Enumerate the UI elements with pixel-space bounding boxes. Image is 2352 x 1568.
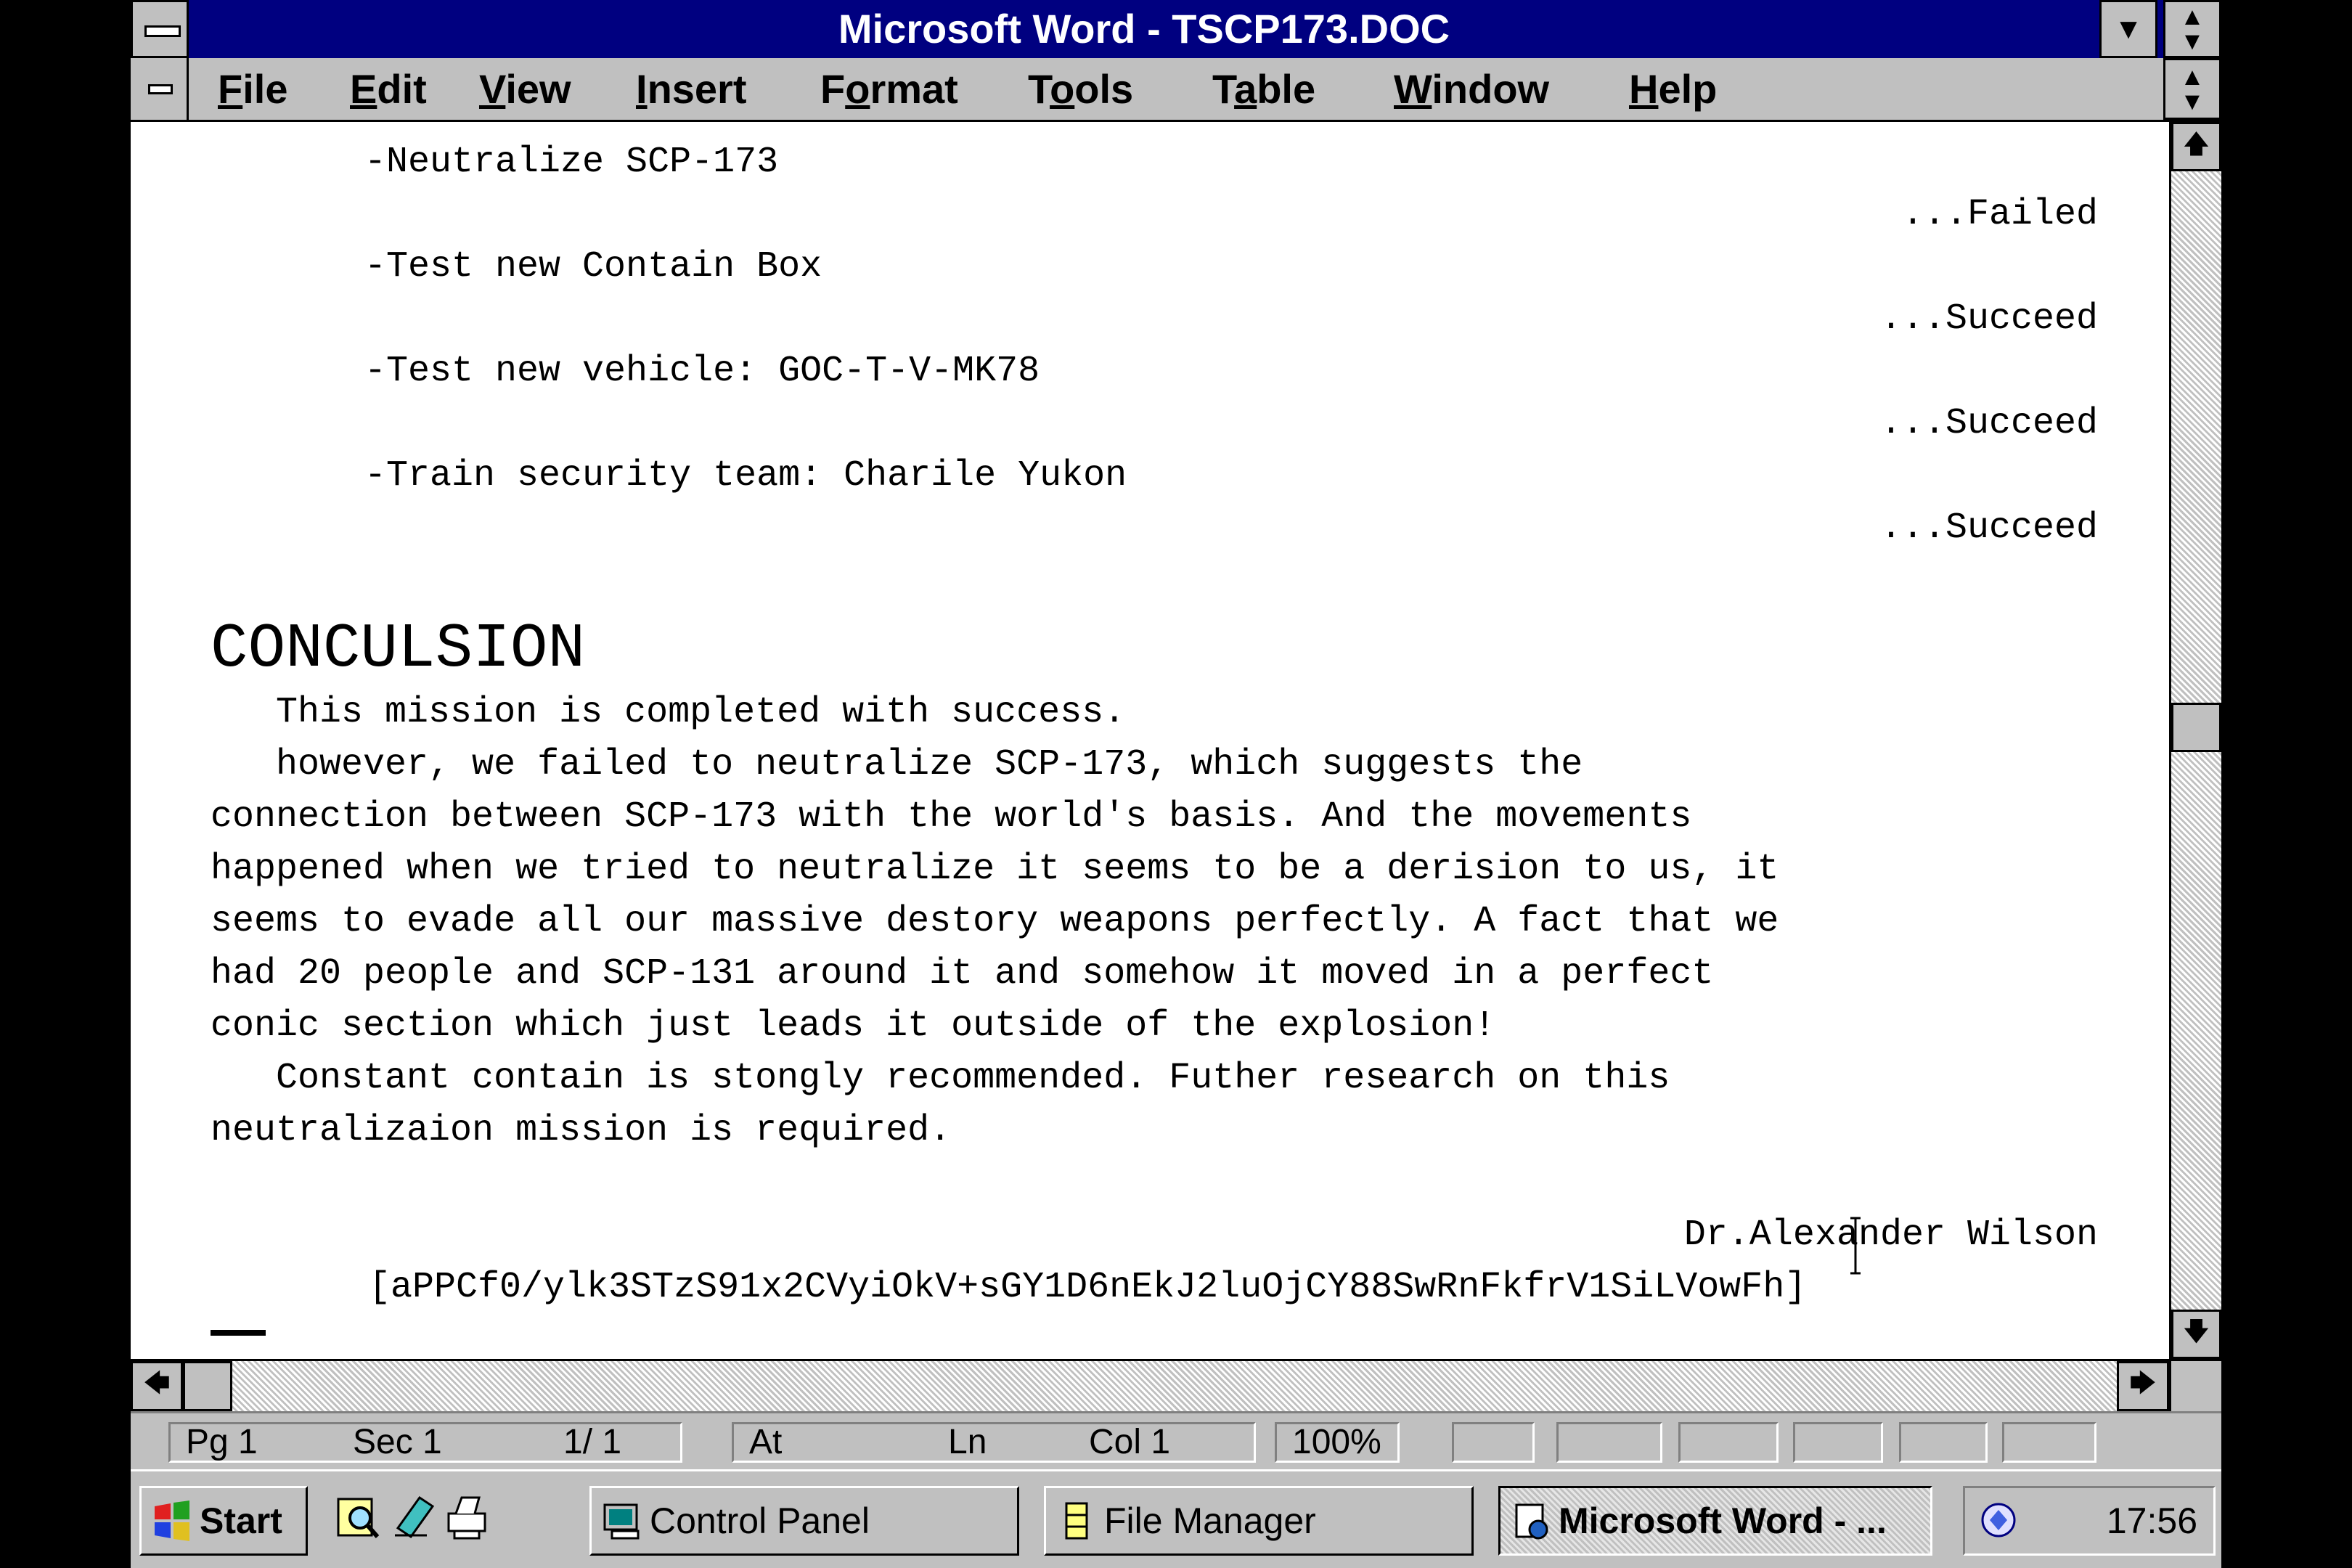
window-title: Microsoft Word - TSCP173.DOC [838, 6, 1450, 52]
taskbar-button-file-manager[interactable]: File Manager [1044, 1486, 1474, 1556]
start-label: Start [200, 1500, 282, 1541]
document-system-menu-button[interactable] [131, 58, 189, 120]
clock[interactable]: 17:56 [2107, 1488, 2197, 1553]
desktop-screen: Microsoft Word - TSCP173.DOC ▼ ▲ ▼ File E… [131, 0, 2221, 1568]
signature-hash: [aPPCf0/ylk3STzS91x2CVyiOkV+sGY1D6nEkJ2l… [369, 1267, 1807, 1308]
body-line: seems to evade all our massive destory w… [211, 901, 1779, 942]
status-page: Pg 1 [186, 1423, 258, 1461]
minimize-button[interactable]: ▼ [2099, 0, 2157, 58]
body-line: This mission is completed with success. [211, 692, 1126, 733]
taskbar-label: Control Panel [650, 1500, 870, 1541]
task-result: ...Succeed [1879, 403, 2098, 444]
status-line: Ln [948, 1423, 987, 1461]
signature: Dr.Alexander Wilson [1683, 1214, 2098, 1256]
task-result: ...Succeed [1879, 507, 2098, 549]
body-line: however, we failed to neutralize SCP-173… [211, 744, 1583, 785]
scroll-left-button[interactable]: 🡄 [131, 1361, 183, 1411]
taskbar-label: Microsoft Word - ... [1559, 1500, 1887, 1541]
vertical-scrollbar[interactable]: 🡅 🡇 [2169, 122, 2221, 1359]
body-line: had 20 people and SCP-131 around it and … [211, 953, 1714, 995]
control-panel-icon [603, 1503, 640, 1540]
start-button[interactable]: Start [139, 1486, 308, 1556]
restore-arrows-icon: ▲ ▼ [2180, 3, 2205, 55]
menu-view[interactable]: View [479, 58, 571, 120]
task-line: -Test new vehicle: GOC-T-V-MK78 [364, 351, 1040, 392]
status-indicator [1678, 1422, 1779, 1463]
printer-quicklaunch-icon[interactable] [444, 1492, 489, 1543]
menu-tools[interactable]: Tools [1028, 58, 1133, 120]
file-cabinet-icon [1065, 1502, 1088, 1540]
taskbar-label: File Manager [1104, 1500, 1316, 1541]
menu-insert[interactable]: Insert [636, 58, 747, 120]
horizontal-scrollbar[interactable]: 🡄 🡆 [131, 1359, 2169, 1411]
menu-format[interactable]: Format [820, 58, 958, 120]
status-indicator [1793, 1422, 1883, 1463]
scroll-down-button[interactable]: 🡇 [2171, 1310, 2221, 1359]
horizontal-scroll-thumb[interactable] [183, 1361, 232, 1411]
ibeam-cursor-icon [1850, 1217, 1861, 1275]
status-at: At [749, 1423, 783, 1461]
vertical-scroll-thumb[interactable] [2171, 703, 2221, 752]
status-indicator [2002, 1422, 2096, 1463]
menu-help[interactable]: Help [1629, 58, 1717, 120]
body-line: conic section which just leads it outsid… [211, 1005, 1496, 1047]
task-line: -Train security team: Charile Yukon [364, 455, 1127, 497]
text-cursor [211, 1330, 266, 1336]
status-zoom: 100% [1292, 1423, 1381, 1461]
menu-window[interactable]: Window [1394, 58, 1549, 120]
task-result: ...Succeed [1879, 298, 2098, 340]
menu-table[interactable]: Table [1212, 58, 1315, 120]
body-line: Constant contain is stongly recommended.… [211, 1058, 1670, 1099]
title-bar[interactable]: Microsoft Word - TSCP173.DOC ▼ ▲ ▼ [131, 0, 2221, 58]
body-line: happened when we tried to neutralize it … [211, 849, 1779, 890]
word-document-icon [1515, 1503, 1548, 1540]
status-column: Col 1 [1089, 1423, 1171, 1461]
menu-file[interactable]: File [218, 58, 287, 120]
document-area[interactable]: -Neutralize SCP-173 ...Failed -Test new … [131, 122, 2169, 1359]
system-menu-button[interactable] [131, 0, 189, 58]
taskbar: Start Control Panel File Manager Microso… [131, 1469, 2221, 1568]
system-tray: 17:56 [1963, 1486, 2216, 1556]
arrow-up-icon: 🡅 [2182, 128, 2210, 158]
arrow-right-icon: 🡆 [2129, 1368, 2157, 1397]
arrow-left-icon: 🡄 [143, 1368, 171, 1397]
status-bar: Pg 1 Sec 1 1/ 1 At Ln Col 1 100% [131, 1411, 2221, 1469]
explorer-quicklaunch-icon[interactable] [335, 1492, 380, 1543]
scrollbar-corner [2169, 1359, 2221, 1411]
task-result: ...Failed [1901, 194, 2098, 235]
triangle-down-icon: ▼ [2114, 12, 2143, 45]
restore-arrows-icon: ▲ ▼ [2180, 62, 2205, 115]
status-indicator [1556, 1422, 1662, 1463]
scroll-up-button[interactable]: 🡅 [2171, 122, 2221, 171]
status-section: Sec 1 [353, 1423, 442, 1461]
arrow-down-icon: 🡇 [2182, 1315, 2210, 1346]
taskbar-button-control-panel[interactable]: Control Panel [589, 1486, 1019, 1556]
scroll-right-button[interactable]: 🡆 [2117, 1361, 2169, 1411]
status-indicator [1452, 1422, 1535, 1463]
section-heading: CONCULSION [211, 613, 586, 685]
task-line: -Neutralize SCP-173 [364, 142, 779, 183]
notepad-quicklaunch-icon[interactable] [391, 1492, 436, 1543]
body-line: neutralizaion mission is required. [211, 1110, 952, 1151]
status-pages: 1/ 1 [563, 1423, 622, 1461]
task-line: -Test new Contain Box [364, 246, 822, 287]
windows-logo-icon [155, 1500, 189, 1541]
tray-app-icon[interactable] [1977, 1498, 2020, 1542]
menu-edit[interactable]: Edit [350, 58, 427, 120]
restore-button[interactable]: ▲ ▼ [2163, 0, 2221, 58]
taskbar-button-microsoft-word[interactable]: Microsoft Word - ... [1498, 1486, 1932, 1556]
menu-bar: File Edit View Insert Format Tools Table… [131, 58, 2221, 122]
body-line: connection between SCP-173 with the worl… [211, 796, 1692, 838]
status-indicator [1899, 1422, 1988, 1463]
status-field-cursor [732, 1422, 1256, 1463]
document-restore-button[interactable]: ▲ ▼ [2163, 58, 2221, 120]
